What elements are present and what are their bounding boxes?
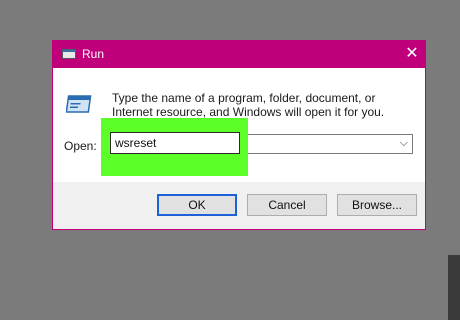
run-program-icon xyxy=(66,95,92,113)
highlight-callout: wsreset xyxy=(101,118,248,176)
window-title: Run xyxy=(82,47,105,61)
button-bar: OK Cancel Browse... xyxy=(53,182,425,229)
open-label: Open: xyxy=(64,139,97,153)
cancel-button[interactable]: Cancel xyxy=(247,194,327,216)
dialog-description: Type the name of a program, folder, docu… xyxy=(112,91,385,119)
chevron-down-icon[interactable]: ⌵ xyxy=(400,137,408,150)
close-button[interactable]: ✕ xyxy=(399,41,425,68)
browse-button[interactable]: Browse... xyxy=(337,194,417,216)
close-icon: ✕ xyxy=(405,45,419,62)
title-bar[interactable]: Run ✕ xyxy=(53,41,425,68)
scrollbar[interactable] xyxy=(448,255,460,320)
ok-button[interactable]: OK xyxy=(157,194,237,216)
open-input[interactable]: wsreset xyxy=(110,132,240,154)
run-app-icon xyxy=(62,49,76,59)
